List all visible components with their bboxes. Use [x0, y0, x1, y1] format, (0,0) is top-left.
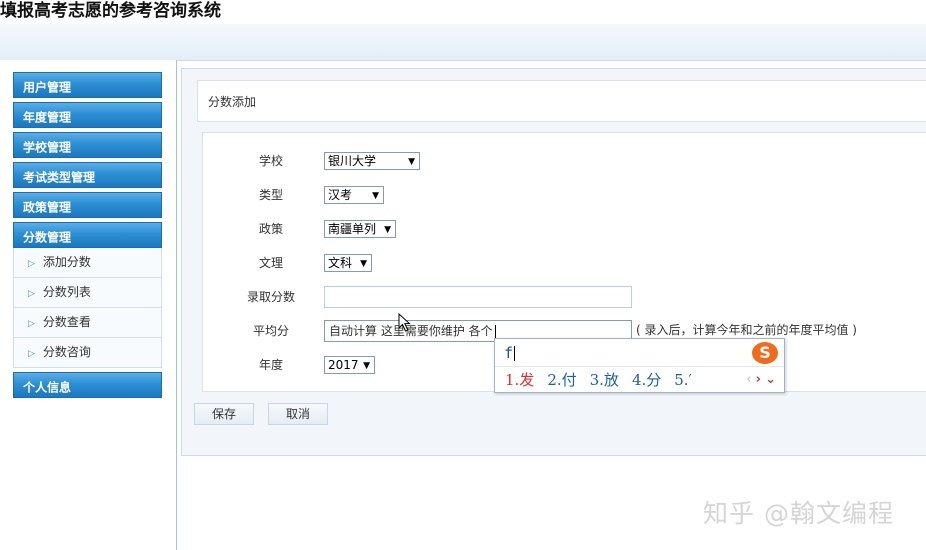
school-select[interactable]: 银川大学 ▼	[324, 152, 420, 170]
sidebar-item-score-list[interactable]: ▷ 分数列表	[13, 278, 162, 308]
menu-score-management[interactable]: 分数管理	[13, 222, 162, 248]
type-label: 类型	[258, 188, 283, 202]
menu-label: 分数管理	[23, 230, 72, 245]
app-title: 填报高考志愿的参考咨询系统	[0, 1, 221, 21]
chevron-right-icon: ▷	[28, 319, 35, 329]
ime-next-page-icon[interactable]: ›	[756, 372, 761, 387]
ime-candidate-list: 1.发 2.付 3.放 4.分 5.′	[505, 370, 705, 390]
ime-composition: f	[504, 344, 516, 362]
menu-policy-management[interactable]: 政策管理	[13, 192, 162, 218]
ime-prev-page-icon[interactable]: ‹	[746, 372, 751, 387]
sidebar-item-label: 添加分数	[42, 255, 91, 269]
cancel-button[interactable]: 取消	[268, 403, 328, 425]
ime-candidate[interactable]: 1.发	[505, 371, 534, 389]
menu-year-management[interactable]: 年度管理	[13, 102, 162, 128]
mouse-pointer-icon	[398, 313, 411, 332]
ime-candidate[interactable]: 2.付	[547, 371, 576, 389]
ime-divider	[495, 366, 784, 367]
menu-school-management[interactable]: 学校管理	[13, 132, 162, 158]
policy-label: 政策	[258, 222, 283, 236]
menu-label: 个人信息	[23, 380, 72, 395]
year-label: 年度	[258, 358, 283, 372]
admit-score-label: 录取分数	[246, 290, 295, 304]
sidebar-item-score-view[interactable]: ▷ 分数查看	[13, 308, 162, 338]
ime-composition-text: f	[504, 344, 514, 362]
ime-caret	[514, 346, 516, 361]
sidebar-item-label: 分数咨询	[42, 345, 91, 359]
sogou-logo-icon: S	[752, 342, 778, 364]
school-label: 学校	[258, 154, 283, 168]
menu-user-management[interactable]: 用户管理	[13, 72, 162, 98]
dropdown-arrow-icon: ▼	[372, 191, 379, 201]
menu-label: 年度管理	[23, 110, 72, 125]
ime-pager: ‹ › ⌄	[746, 372, 776, 387]
menu-personal-info[interactable]: 个人信息	[13, 372, 162, 398]
menu-label: 政策管理	[23, 200, 72, 215]
chevron-right-icon: ▷	[28, 349, 35, 359]
ime-candidate[interactable]: 3.放	[590, 371, 619, 389]
dropdown-arrow-icon: ▼	[384, 225, 391, 235]
school-select-value: 银川大学	[328, 154, 377, 168]
type-select[interactable]: 汉考 ▼	[324, 186, 384, 204]
header-band	[0, 24, 926, 61]
ime-expand-icon[interactable]: ⌄	[765, 372, 776, 387]
menu-label: 用户管理	[23, 80, 72, 95]
subject-select-value: 文科	[328, 256, 353, 270]
ime-candidate[interactable]: 5.′	[674, 371, 692, 389]
admit-score-input[interactable]	[324, 286, 632, 308]
ime-candidate-window: f S 1.发 2.付 3.放 4.分 5.′ ‹ › ⌄	[494, 338, 785, 393]
menu-label: 考试类型管理	[23, 170, 96, 185]
sidebar-item-add-score[interactable]: ▷ 添加分数	[13, 248, 162, 278]
chevron-right-icon: ▷	[28, 259, 35, 269]
type-select-value: 汉考	[328, 188, 353, 202]
subject-select[interactable]: 文科 ▼	[324, 254, 372, 272]
dropdown-arrow-icon: ▼	[363, 361, 370, 371]
year-select[interactable]: 2017 ▼	[324, 356, 375, 374]
avg-score-label: 平均分	[252, 324, 289, 338]
menu-exam-type-management[interactable]: 考试类型管理	[13, 162, 162, 188]
page-title: 分数添加	[197, 80, 926, 122]
menu-label: 学校管理	[23, 140, 72, 155]
dropdown-arrow-icon: ▼	[360, 259, 367, 269]
text-caret	[494, 324, 496, 339]
chevron-right-icon: ▷	[28, 289, 35, 299]
sidebar-item-label: 分数列表	[42, 285, 91, 299]
ime-candidate[interactable]: 4.分	[632, 371, 661, 389]
year-select-value: 2017	[328, 358, 359, 372]
policy-select[interactable]: 南疆单列 ▼	[324, 220, 396, 238]
save-button[interactable]: 保存	[194, 403, 254, 425]
sidebar-item-score-consult[interactable]: ▷ 分数咨询	[13, 338, 162, 368]
subject-label: 文理	[258, 256, 283, 270]
policy-select-value: 南疆单列	[328, 222, 377, 236]
avg-score-hint: ( 录入后，计算今年和之前的年度平均值 )	[636, 323, 857, 337]
sidebar-item-label: 分数查看	[42, 315, 91, 329]
watermark: 知乎 @翰文编程	[703, 499, 894, 528]
dropdown-arrow-icon: ▼	[408, 157, 415, 167]
